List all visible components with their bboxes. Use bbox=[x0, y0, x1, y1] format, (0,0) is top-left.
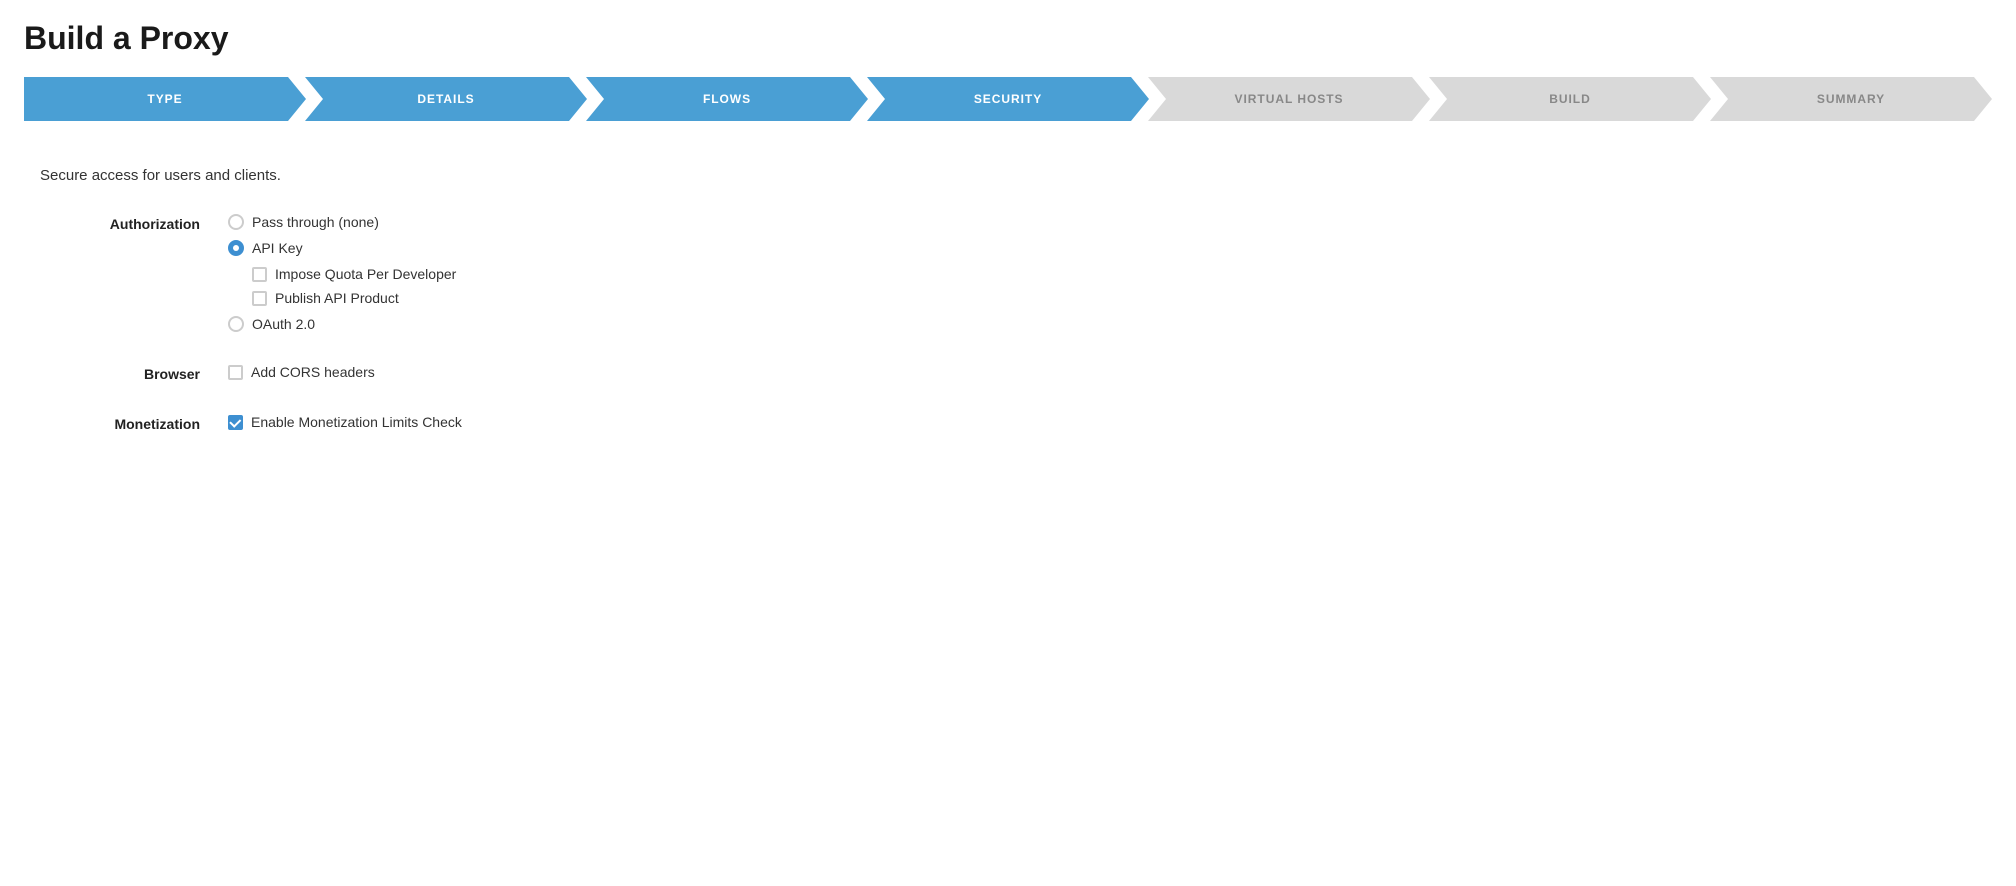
checkbox-impose-quota-label: Impose Quota Per Developer bbox=[275, 266, 456, 282]
checkbox-impose-quota-indicator bbox=[252, 267, 267, 282]
stepper: TYPE DETAILS FLOWS SECURITY VIRTUAL HOST… bbox=[24, 77, 1992, 121]
checkbox-enable-monetization[interactable]: Enable Monetization Limits Check bbox=[228, 414, 462, 430]
authorization-label: Authorization bbox=[40, 214, 200, 232]
checkbox-add-cors-indicator bbox=[228, 365, 243, 380]
api-key-sub-options: Impose Quota Per Developer Publish API P… bbox=[252, 266, 456, 306]
checkbox-add-cors[interactable]: Add CORS headers bbox=[228, 364, 375, 380]
step-details[interactable]: DETAILS bbox=[305, 77, 587, 121]
step-type-label: TYPE bbox=[147, 92, 182, 106]
radio-api-key-label: API Key bbox=[252, 240, 303, 256]
checkbox-impose-quota[interactable]: Impose Quota Per Developer bbox=[252, 266, 456, 282]
step-security[interactable]: SECURITY bbox=[867, 77, 1149, 121]
form-section: Secure access for users and clients. Aut… bbox=[24, 157, 1992, 432]
browser-controls: Add CORS headers bbox=[228, 364, 375, 380]
radio-api-key[interactable]: API Key bbox=[228, 240, 456, 256]
checkbox-enable-monetization-indicator bbox=[228, 415, 243, 430]
checkbox-add-cors-label: Add CORS headers bbox=[251, 364, 375, 380]
step-flows[interactable]: FLOWS bbox=[586, 77, 868, 121]
radio-pass-through-indicator bbox=[228, 214, 244, 230]
checkbox-publish-api-label: Publish API Product bbox=[275, 290, 399, 306]
authorization-group: Authorization Pass through (none) API Ke… bbox=[40, 214, 1992, 332]
radio-oauth2[interactable]: OAuth 2.0 bbox=[228, 316, 456, 332]
step-summary[interactable]: SUMMARY bbox=[1710, 77, 1992, 121]
step-build-label: BUILD bbox=[1549, 92, 1590, 106]
step-build[interactable]: BUILD bbox=[1429, 77, 1711, 121]
step-virtual-hosts[interactable]: VIRTUAL HOSTS bbox=[1148, 77, 1430, 121]
step-virtual-hosts-label: VIRTUAL HOSTS bbox=[1235, 92, 1344, 106]
authorization-controls: Pass through (none) API Key Impose Quota… bbox=[228, 214, 456, 332]
radio-pass-through-label: Pass through (none) bbox=[252, 214, 379, 230]
radio-oauth2-label: OAuth 2.0 bbox=[252, 316, 315, 332]
radio-pass-through[interactable]: Pass through (none) bbox=[228, 214, 456, 230]
browser-label: Browser bbox=[40, 364, 200, 382]
step-summary-label: SUMMARY bbox=[1817, 92, 1885, 106]
checkbox-enable-monetization-label: Enable Monetization Limits Check bbox=[251, 414, 462, 430]
step-type[interactable]: TYPE bbox=[24, 77, 306, 121]
section-subtitle: Secure access for users and clients. bbox=[40, 167, 1992, 184]
monetization-label: Monetization bbox=[40, 414, 200, 432]
step-flows-label: FLOWS bbox=[703, 92, 751, 106]
step-details-label: DETAILS bbox=[417, 92, 474, 106]
monetization-group: Monetization Enable Monetization Limits … bbox=[40, 414, 1992, 432]
radio-oauth2-indicator bbox=[228, 316, 244, 332]
page-title: Build a Proxy bbox=[24, 20, 1992, 57]
checkbox-publish-api[interactable]: Publish API Product bbox=[252, 290, 456, 306]
browser-group: Browser Add CORS headers bbox=[40, 364, 1992, 382]
step-security-label: SECURITY bbox=[974, 92, 1042, 106]
checkbox-publish-api-indicator bbox=[252, 291, 267, 306]
monetization-controls: Enable Monetization Limits Check bbox=[228, 414, 462, 430]
radio-api-key-indicator bbox=[228, 240, 244, 256]
